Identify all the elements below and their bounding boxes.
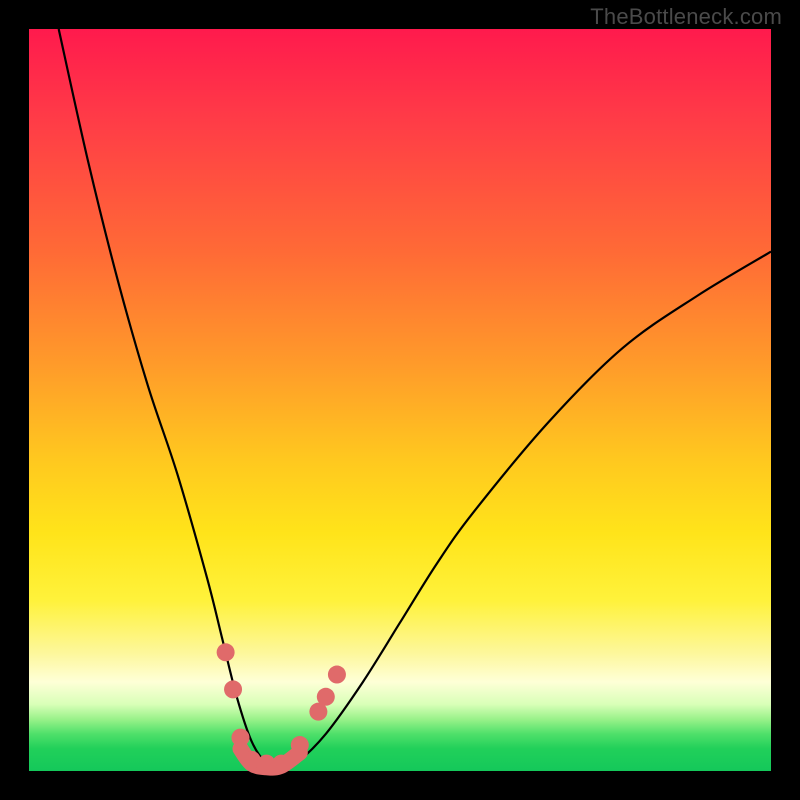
marker-dot (272, 755, 290, 773)
chart-svg (29, 29, 771, 771)
bottleneck-curve (59, 29, 771, 771)
chart-frame: TheBottleneck.com (0, 0, 800, 800)
watermark-text: TheBottleneck.com (590, 4, 782, 30)
marker-dot (291, 736, 309, 754)
marker-dot (317, 688, 335, 706)
marker-dot (217, 643, 235, 661)
marker-dot (224, 680, 242, 698)
marker-dot (231, 729, 249, 747)
marker-dot (328, 666, 346, 684)
